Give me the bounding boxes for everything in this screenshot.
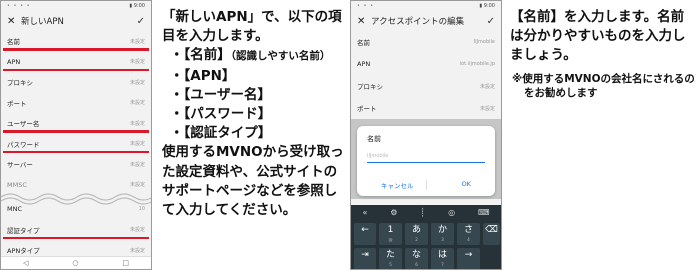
instruction-text-step: 「新しいAPN」で、以下の項目を入力します。 ・【名前】（認識しやすい名前） ・… (162, 8, 348, 220)
key-sa[interactable]: さ4 (457, 223, 480, 245)
phone-screenshot-edit-apn: • • • ▮ 9:00 ✕ アクセスポイントの編集 ✓ 名前 IIJmobile … (350, 0, 502, 270)
status-bar: • • • • ▮ 9:00 (7, 3, 145, 9)
page-title: 新しいAPN (21, 17, 64, 27)
home-nav-icon[interactable]: ○ (72, 259, 78, 267)
key-backspace[interactable]: ⌫ (483, 223, 500, 245)
collapse-icon[interactable]: « (362, 208, 367, 217)
app-bar: ✕ アクセスポイントの編集 ✓ (351, 11, 501, 31)
apn-field-server[interactable]: サーバー 未設定 (1, 154, 151, 175)
back-nav-icon[interactable]: ◁ (23, 259, 28, 267)
key-ka[interactable]: か3 (431, 223, 454, 245)
save-check-icon[interactable]: ✓ (137, 16, 145, 27)
name-input-dialog: 名前 IIJmobile キャンセル OK (357, 126, 495, 196)
apn-field-port[interactable]: ポート 未設定 (351, 97, 501, 119)
settings-gear-icon[interactable]: ⚙ (390, 208, 397, 217)
close-icon[interactable]: ✕ (357, 16, 371, 27)
apn-field-proxy[interactable]: プロキシ 未設定 (351, 75, 501, 97)
apn-field-port[interactable]: ポート 未設定 (1, 93, 151, 114)
apn-field-username[interactable]: ユーザー名 未設定 (1, 113, 151, 134)
list-item: ・【パスワード】 (170, 106, 272, 123)
instruction-text-name: 【名前】を入力します。名前は分かりやすいものを入力しましょう。 ※使用するMVN… (510, 8, 696, 100)
back-arrow-icon[interactable]: ✕ (7, 16, 21, 27)
name-input[interactable]: IIJmobile (367, 150, 485, 163)
phone-screenshot-new-apn: • • • • ▮ 9:00 ✕ 新しいAPN ✓ 名前 未設定 APN 未設定 プロ… (0, 0, 152, 270)
key-na[interactable]: な6 (405, 248, 428, 269)
keyboard-toolbar: « ⚙ ┊ ◎ ⌨ (351, 205, 501, 219)
save-check-icon[interactable]: ✓ (487, 16, 495, 27)
page-title: アクセスポイントの編集 (371, 17, 465, 27)
apn-field-apn[interactable]: APN 未設定 (1, 52, 151, 73)
keyboard: ← 1 @ あ2 か3 さ4 ⌫ ⇥ た5 な6 は7 → (351, 219, 501, 269)
key-1[interactable]: 1 @ (379, 223, 402, 245)
key-undo[interactable]: ← (354, 223, 376, 245)
android-nav-bar: ◁ ○ □ (1, 256, 151, 269)
voice-icon[interactable]: ◎ (448, 208, 455, 217)
omission-wave-divider (1, 193, 151, 205)
list-item: ・【ユーザー名】 (170, 86, 271, 103)
apn-field-proxy[interactable]: プロキシ 未設定 (1, 72, 151, 93)
ok-button[interactable]: OK (462, 180, 471, 190)
apn-field-name[interactable]: 名前 IIJmobile (351, 31, 501, 53)
apn-field-name[interactable]: 名前 未設定 (1, 31, 151, 52)
key-tab[interactable]: ⇥ (354, 248, 376, 269)
status-bar: • • • ▮ 9:00 (357, 3, 495, 9)
dialog-title: 名前 (367, 135, 381, 143)
instruction-main: 【名前】を入力します。名前は分かりやすいものを入力しましょう。 (510, 9, 686, 64)
instruction-intro: 「新しいAPN」で、以下の項目を入力します。 (162, 9, 342, 45)
toolbar-separator: ┊ (420, 207, 426, 217)
apn-field-password[interactable]: パスワード 未設定 (1, 134, 151, 155)
key-ha[interactable]: は7 (431, 248, 454, 269)
apn-field-apn[interactable]: APN iot.iijmobile.jp (351, 53, 501, 75)
list-item: ・【名前】（認識しやすい名前） (170, 47, 331, 64)
key-right[interactable]: → (457, 248, 480, 269)
list-item: ・【認証タイプ】 (170, 125, 272, 142)
key-a[interactable]: あ2 (405, 223, 428, 245)
instruction-body: 使用するMVNOから受け取った設定資料や、公式サイトのサポートページなどを参照し… (162, 144, 344, 219)
key-ta[interactable]: た5 (379, 248, 402, 269)
apn-field-auth-type[interactable]: 認証タイプ 未設定 (1, 220, 151, 241)
recents-nav-icon[interactable]: □ (122, 259, 129, 267)
instruction-note: ※使用するMVNOの会社名にされるのをお勧めします (512, 72, 695, 99)
list-item: ・【APN】 (170, 67, 236, 84)
cancel-button[interactable]: キャンセル (381, 180, 414, 190)
app-bar: ✕ 新しいAPN ✓ (1, 11, 151, 31)
keyboard-icon[interactable]: ⌨ (478, 208, 490, 217)
